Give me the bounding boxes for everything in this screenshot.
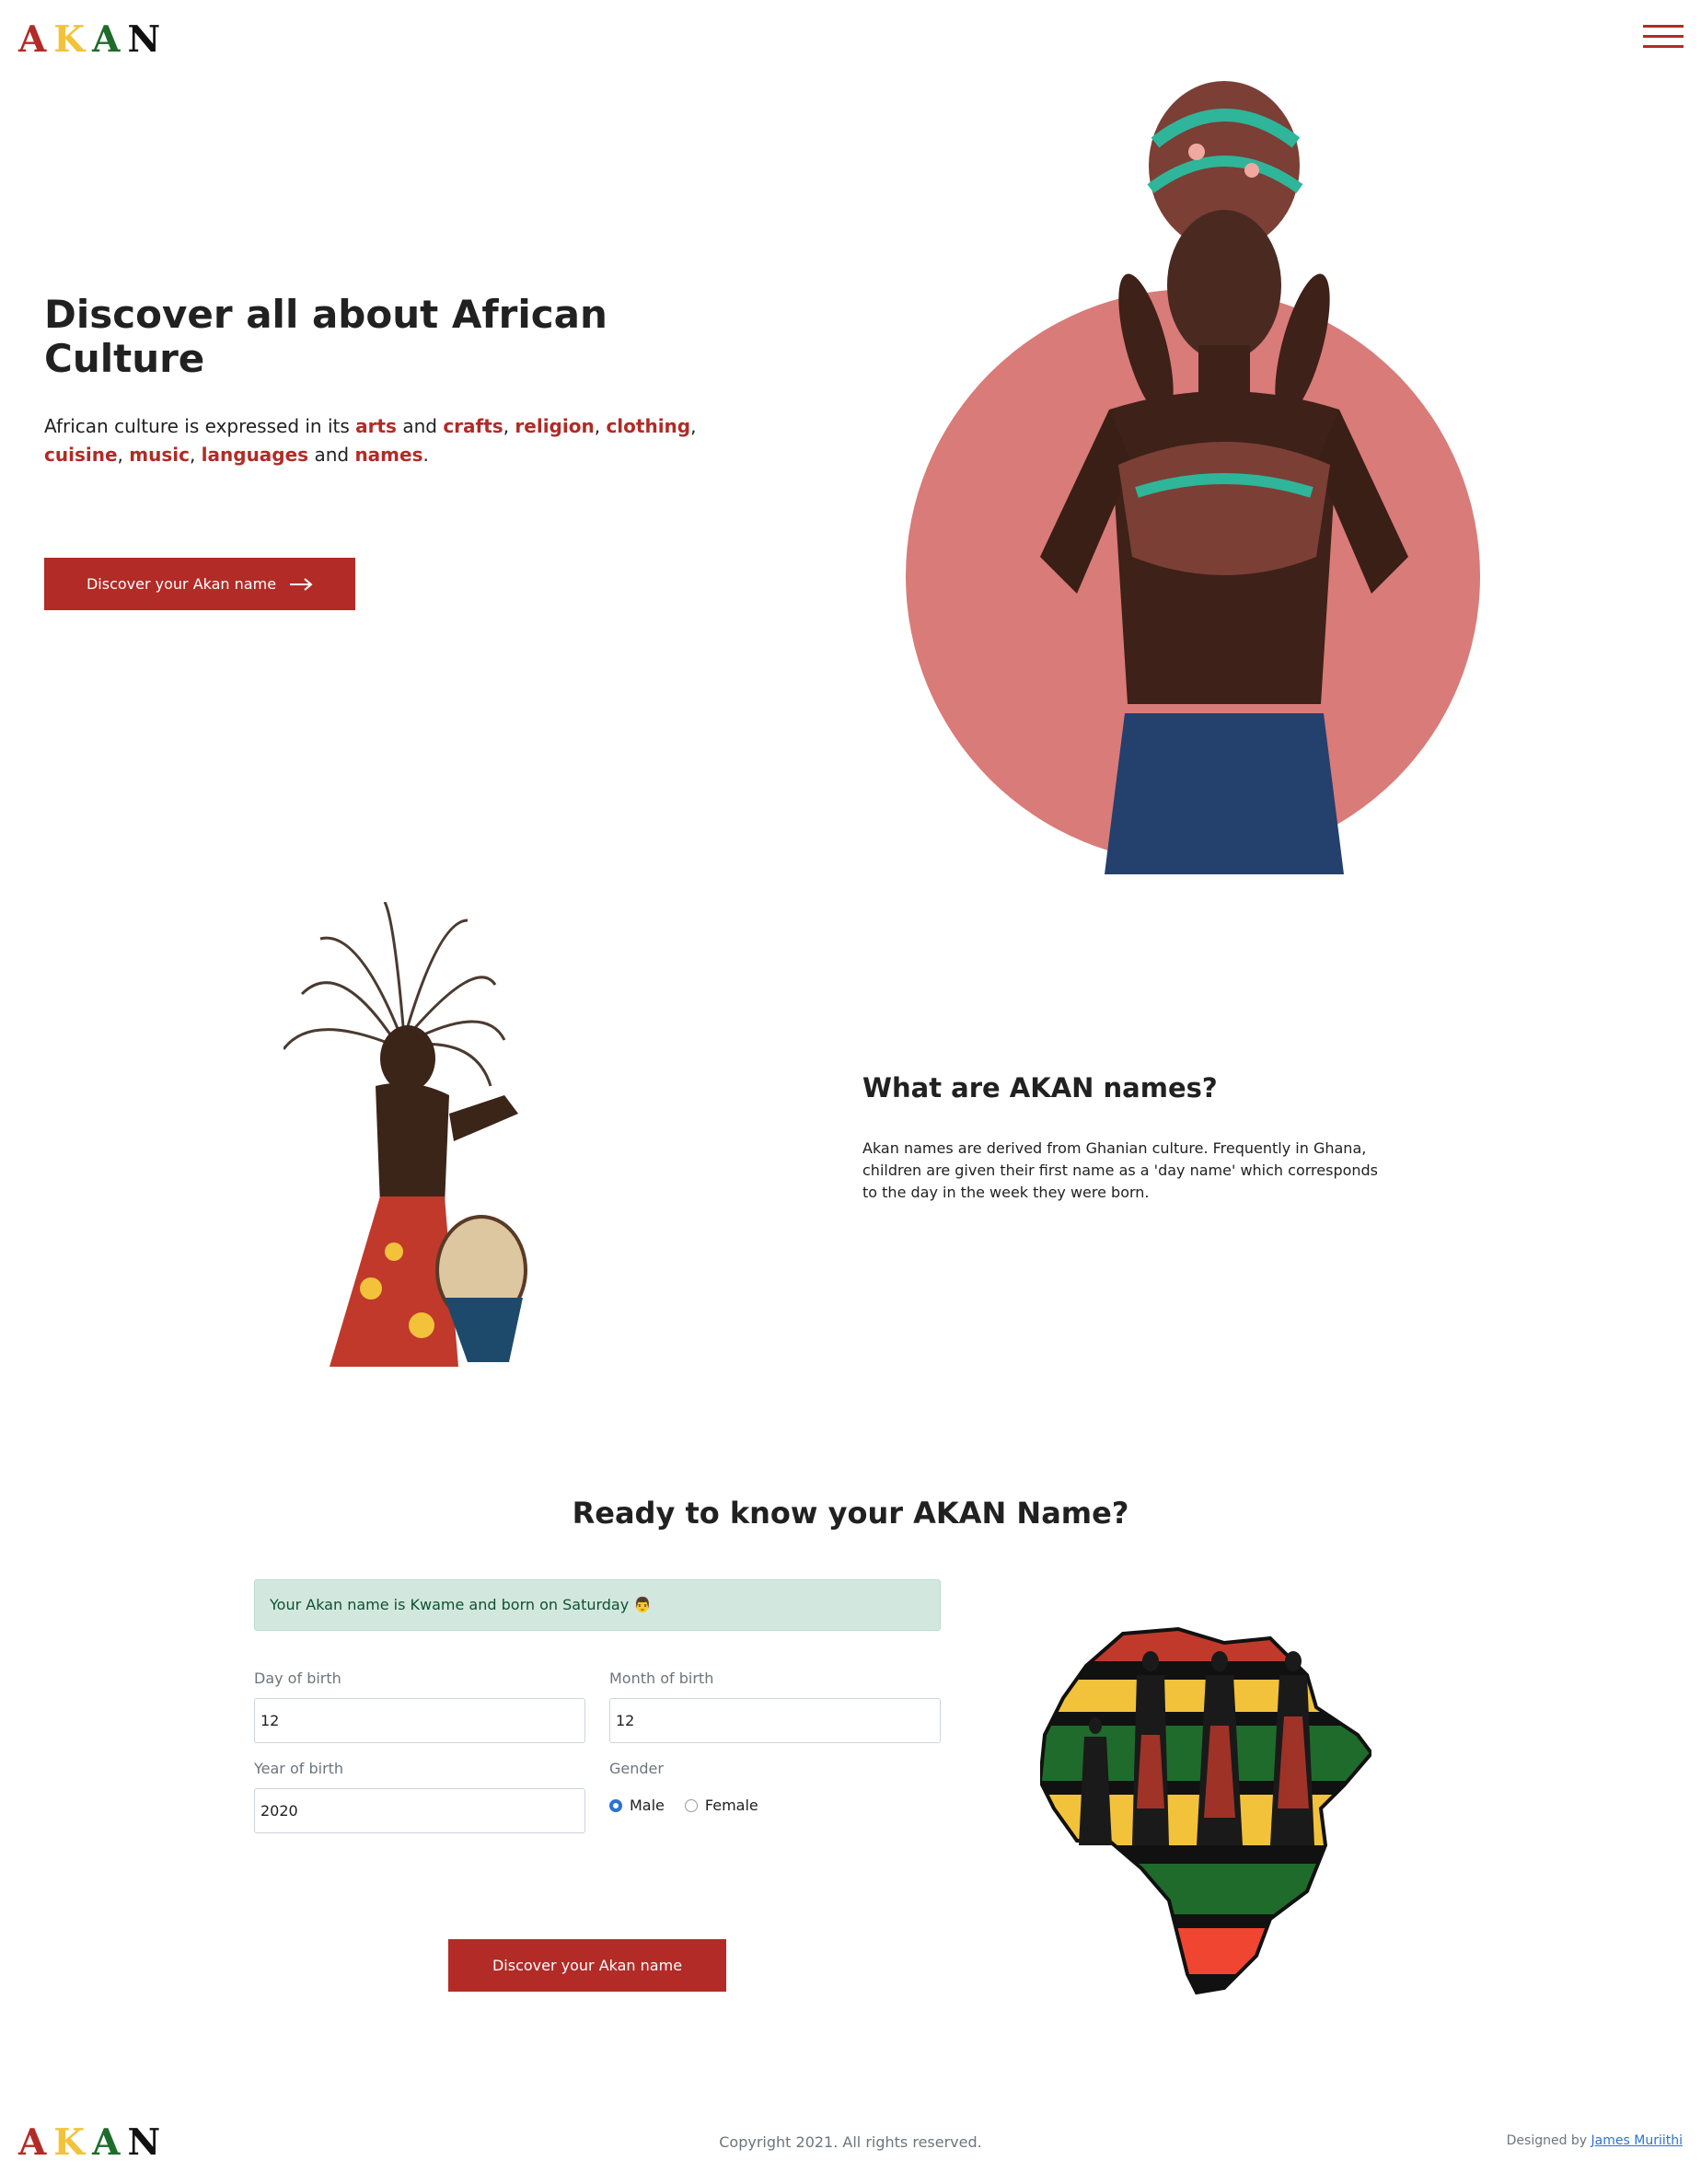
logo-letter-k: K	[53, 18, 87, 61]
highlight-clothing: clothing	[606, 415, 691, 437]
gender-male-radio[interactable]	[609, 1798, 622, 1812]
highlight-crafts: crafts	[443, 415, 503, 437]
month-of-birth-input[interactable]	[609, 1698, 941, 1743]
akan-logo[interactable]: A K A N	[18, 18, 168, 61]
highlight-arts: arts	[355, 415, 397, 437]
arrow-right-icon	[290, 577, 313, 591]
result-alert: Your Akan name is Kwame and born on Satu…	[254, 1579, 941, 1631]
logo-letter-a2: A	[92, 18, 122, 61]
drummer-dancer-image	[284, 902, 527, 1367]
gender-female-label[interactable]: Female	[705, 1797, 758, 1814]
form-title: Ready to know your AKAN Name?	[572, 1496, 1129, 1531]
about-text: Akan names are derived from Ghanian cult…	[862, 1139, 1379, 1201]
discover-button-label: Discover your Akan name	[86, 575, 277, 593]
gender-male-label[interactable]: Male	[630, 1797, 665, 1814]
highlight-music: music	[129, 444, 190, 466]
gender-female-radio[interactable]	[684, 1798, 698, 1812]
logo-letter-n: N	[127, 18, 163, 61]
designed-by-label: Designed by	[1506, 2133, 1591, 2148]
submit-akan-name-button[interactable]: Discover your Akan name	[448, 1939, 726, 1992]
submit-button-label: Discover your Akan name	[492, 1957, 683, 1974]
highlight-religion: religion	[515, 415, 595, 437]
day-of-birth-label: Day of birth	[254, 1670, 341, 1687]
about-title: What are AKAN names?	[862, 1072, 1218, 1104]
hero-woman-image	[1040, 81, 1408, 874]
designed-by: Designed by James Muriithi	[1507, 2133, 1683, 2148]
copyright-text: Copyright 2021. All rights reserved.	[719, 2133, 982, 2151]
africa-map-image	[1040, 1626, 1371, 1995]
hero-title: Discover all about African Culture	[44, 292, 608, 381]
month-of-birth-label: Month of birth	[609, 1670, 714, 1687]
highlight-languages: languages	[201, 444, 309, 466]
year-of-birth-label: Year of birth	[254, 1760, 344, 1777]
gender-label: Gender	[609, 1760, 664, 1777]
year-of-birth-input[interactable]	[254, 1788, 585, 1833]
hamburger-menu-icon[interactable]	[1643, 25, 1684, 49]
day-of-birth-input[interactable]	[254, 1698, 585, 1743]
highlight-cuisine: cuisine	[44, 444, 118, 466]
discover-akan-name-button[interactable]: Discover your Akan name	[44, 558, 355, 610]
logo-letter-a: A	[18, 18, 49, 61]
designer-link[interactable]: James Muriithi	[1591, 2133, 1683, 2148]
highlight-names: names	[354, 444, 423, 466]
gender-radio-group: Male Female	[609, 1797, 758, 1814]
hero-text: African culture is expressed in its arts…	[44, 415, 697, 466]
